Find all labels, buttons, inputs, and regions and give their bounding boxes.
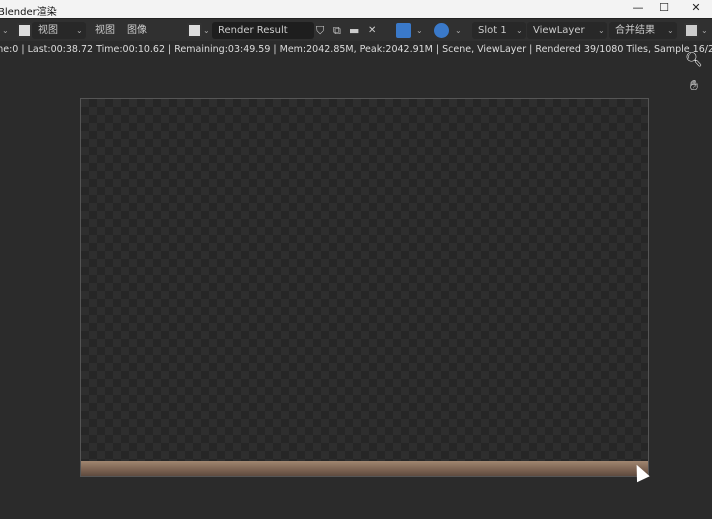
pass-label: 合并结果 — [615, 25, 655, 36]
view-layer-label: ViewLayer — [533, 25, 585, 36]
menu-view[interactable]: 视图 — [95, 22, 115, 39]
chevron-down-icon: ⌄ — [516, 26, 523, 35]
display-mode-icon[interactable] — [684, 23, 699, 38]
close-button[interactable]: ✕ — [682, 1, 710, 17]
rendered-tiles-strip — [81, 461, 648, 476]
image-editor-header: ⌄ 视图 ⌄ 视图 图像 ⌄ Render Result ⛉ ⧉ ▬ ✕ ⌄ ⌄… — [0, 18, 712, 41]
image-name-field[interactable]: Render Result — [212, 22, 314, 39]
chevron-down-icon: ⌄ — [598, 26, 605, 35]
folder-icon[interactable]: ▬ — [349, 22, 359, 39]
chevron-down-icon: ⌄ — [667, 26, 674, 35]
chevron-down-icon: ⌄ — [455, 26, 462, 35]
zoom-icon[interactable]: 🔍︎ — [684, 52, 704, 72]
window-title: Blender渲染 — [0, 7, 57, 18]
maximize-button[interactable]: ☐ — [650, 1, 678, 17]
chevron-down-icon[interactable]: ⌄ — [2, 22, 9, 39]
slot-label: Slot 1 — [478, 25, 507, 36]
display-channels-icon[interactable] — [434, 23, 449, 38]
minimize-button[interactable]: — — [624, 1, 652, 17]
chevron-down-icon: ⌄ — [701, 26, 708, 35]
view-layer-dropdown[interactable]: ViewLayer — [527, 22, 607, 39]
duplicate-icon[interactable]: ⧉ — [333, 22, 341, 39]
title-bar: Blender渲染 — ☐ ✕ — [0, 0, 712, 18]
chevron-down-icon: ⌄ — [416, 26, 423, 35]
hand-icon[interactable]: ✋︎ — [684, 78, 704, 98]
render-result-canvas[interactable] — [80, 98, 649, 477]
menu-image[interactable]: 图像 — [127, 22, 147, 39]
unlink-x-icon[interactable]: ✕ — [368, 22, 376, 39]
image-name: Render Result — [218, 25, 288, 36]
render-status-text: me:0 | Last:00:38.72 Time:00:10.62 | Rem… — [0, 44, 712, 55]
chevron-down-icon: ⌄ — [203, 26, 210, 35]
image-editor-icon[interactable] — [17, 23, 32, 38]
sample-tool-icon[interactable] — [396, 23, 411, 38]
browse-image-icon[interactable] — [187, 23, 202, 38]
render-status-line: me:0 | Last:00:38.72 Time:00:10.62 | Rem… — [0, 41, 712, 58]
fake-user-shield-icon[interactable]: ⛉ — [316, 22, 324, 39]
view-mode-label: 视图 — [38, 25, 58, 36]
chevron-down-icon: ⌄ — [76, 26, 83, 35]
